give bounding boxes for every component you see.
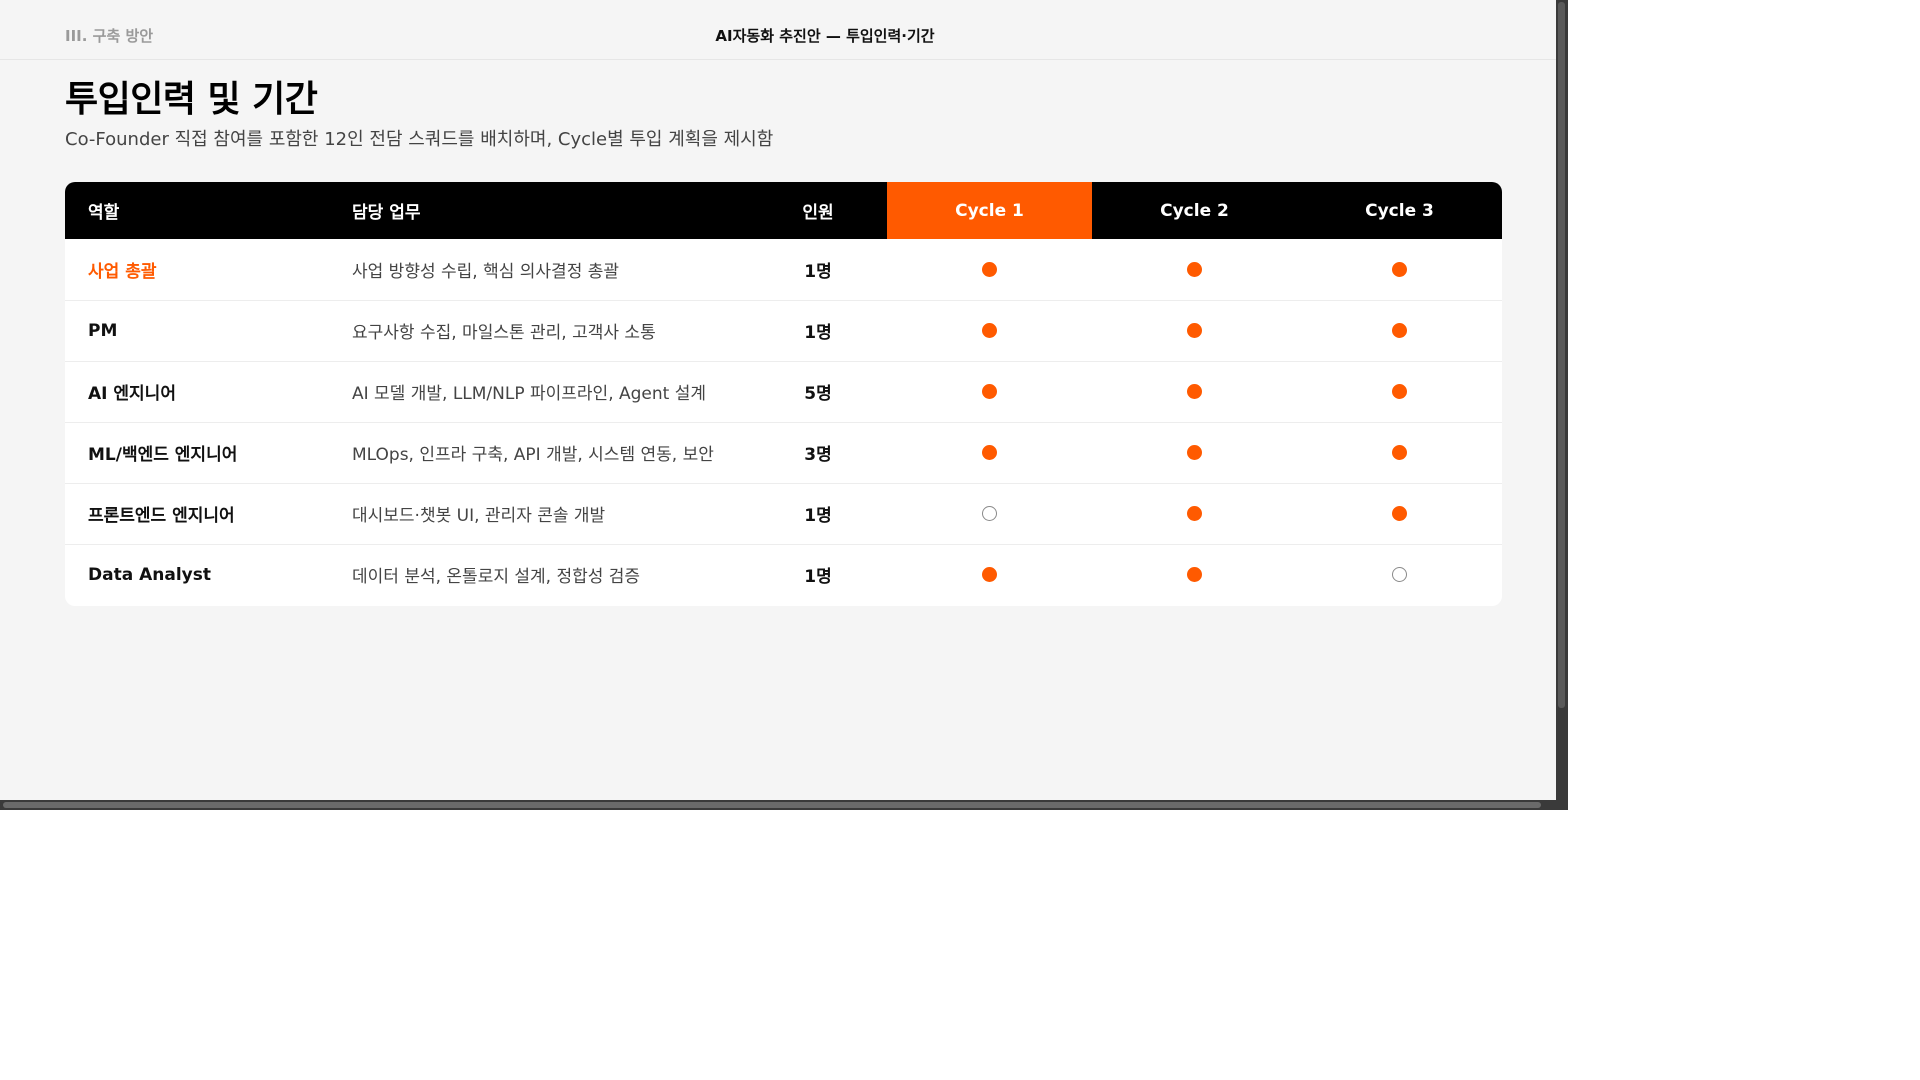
duty-cell: 대시보드·챗봇 UI, 관리자 콘솔 개발 [352, 506, 606, 526]
cycle-3-cell [1297, 239, 1502, 300]
duty-cell: MLOps, 인프라 구축, API 개발, 시스템 연동, 보안 [352, 445, 714, 465]
slide-viewport: III. 구축 방안 AI자동화 추진안 — 투입인력·기간 투입인력 및 기간… [0, 0, 1556, 800]
cycle-1-cell [887, 300, 1092, 361]
cycle-1-cell [887, 544, 1092, 605]
cycle-2-cell [1092, 422, 1297, 483]
role-cell: ML/백엔드 엔지니어 [88, 445, 238, 465]
participation-dot-icon [982, 445, 997, 460]
participation-dot-icon [982, 567, 997, 583]
headcount-cell: 1명 [804, 567, 832, 588]
column-header-cycle-1: Cycle 1 [887, 182, 1092, 239]
column-header-duty: 담당 업무 [352, 203, 421, 223]
cycle-2-cell [1092, 239, 1297, 300]
cycle-3-cell [1297, 422, 1502, 483]
cycle-2-cell [1092, 300, 1297, 361]
headcount-cell: 5명 [804, 384, 832, 404]
column-header-cycle-2: Cycle 2 [1160, 200, 1229, 221]
participation-dot-icon [1392, 445, 1407, 460]
participation-dot-icon [1392, 384, 1407, 399]
table-row: 프론트엔드 엔지니어 대시보드·챗봇 UI, 관리자 콘솔 개발 1명 [65, 483, 1502, 544]
duty-cell: 요구사항 수집, 마일스톤 관리, 고객사 소통 [352, 323, 656, 343]
cycle-3-cell [1297, 361, 1502, 422]
cycle-2-cell [1092, 544, 1297, 605]
horizontal-scrollbar[interactable] [0, 800, 1568, 810]
table-row: ML/백엔드 엔지니어 MLOps, 인프라 구축, API 개발, 시스템 연… [65, 422, 1502, 483]
participation-dot-icon [1187, 261, 1202, 277]
participation-dot-icon [1187, 384, 1202, 399]
page-subtitle: Co-Founder 직접 참여를 포함한 12인 전담 스쿼드를 배치하며, … [65, 129, 774, 150]
participation-dot-icon [982, 506, 997, 521]
cycle-3-cell [1297, 544, 1502, 605]
cycle-3-cell [1297, 483, 1502, 544]
table-row: AI 엔지니어 AI 모델 개발, LLM/NLP 파이프라인, Agent 설… [65, 361, 1502, 422]
top-header-bar: III. 구축 방안 AI자동화 추진안 — 투입인력·기간 [0, 0, 1556, 60]
vertical-scrollbar[interactable] [1556, 0, 1568, 810]
participation-dot-icon [1392, 261, 1407, 277]
participation-dot-icon [1187, 323, 1202, 338]
horizontal-scrollbar-thumb[interactable] [3, 802, 1541, 808]
staffing-table: 역할 담당 업무 인원 Cycle 1 Cycle 2 Cycle 3 사업 총… [65, 182, 1502, 605]
participation-dot-icon [982, 384, 997, 399]
table-row: Data Analyst 데이터 분석, 온톨로지 설계, 정합성 검증 1명 [65, 544, 1502, 605]
headcount-cell: 1명 [804, 261, 832, 282]
cycle-1-cell [887, 361, 1092, 422]
cycle-1-cell [887, 422, 1092, 483]
headcount-cell: 1명 [804, 506, 832, 526]
role-cell: 프론트엔드 엔지니어 [88, 506, 235, 526]
participation-dot-icon [1187, 567, 1202, 583]
participation-dot-icon [982, 323, 997, 338]
participation-dot-icon [1392, 506, 1407, 521]
role-cell: AI 엔지니어 [88, 384, 176, 404]
column-header-role: 역할 [88, 203, 120, 223]
cycle-2-cell [1092, 361, 1297, 422]
table-header-row: 역할 담당 업무 인원 Cycle 1 Cycle 2 Cycle 3 [65, 182, 1502, 239]
role-cell: Data Analyst [88, 564, 211, 585]
participation-dot-icon [1187, 506, 1202, 521]
role-cell: 사업 총괄 [88, 261, 157, 282]
participation-dot-icon [1187, 445, 1202, 460]
headcount-cell: 3명 [804, 445, 832, 465]
page-title: 투입인력 및 기간 [65, 79, 318, 120]
participation-dot-icon [1392, 323, 1407, 338]
participation-dot-icon [982, 261, 997, 277]
table-row: 사업 총괄 사업 방향성 수립, 핵심 의사결정 총괄 1명 [65, 239, 1502, 300]
cycle-3-cell [1297, 300, 1502, 361]
headcount-cell: 1명 [804, 323, 832, 343]
column-header-cycle-3: Cycle 3 [1365, 200, 1434, 221]
cycle-1-cell [887, 239, 1092, 300]
vertical-scrollbar-thumb[interactable] [1558, 2, 1565, 708]
staffing-table-card: 역할 담당 업무 인원 Cycle 1 Cycle 2 Cycle 3 사업 총… [65, 182, 1502, 606]
duty-cell: AI 모델 개발, LLM/NLP 파이프라인, Agent 설계 [352, 384, 707, 404]
column-header-headcount: 인원 [802, 203, 834, 223]
table-row: PM 요구사항 수집, 마일스톤 관리, 고객사 소통 1명 [65, 300, 1502, 361]
cycle-1-cell [887, 483, 1092, 544]
duty-cell: 사업 방향성 수립, 핵심 의사결정 총괄 [352, 261, 620, 282]
cycle-2-cell [1092, 483, 1297, 544]
role-cell: PM [88, 320, 118, 341]
participation-dot-icon [1392, 567, 1407, 583]
document-title: AI자동화 추진안 — 투입인력·기간 [715, 27, 935, 45]
duty-cell: 데이터 분석, 온톨로지 설계, 정합성 검증 [352, 567, 641, 588]
